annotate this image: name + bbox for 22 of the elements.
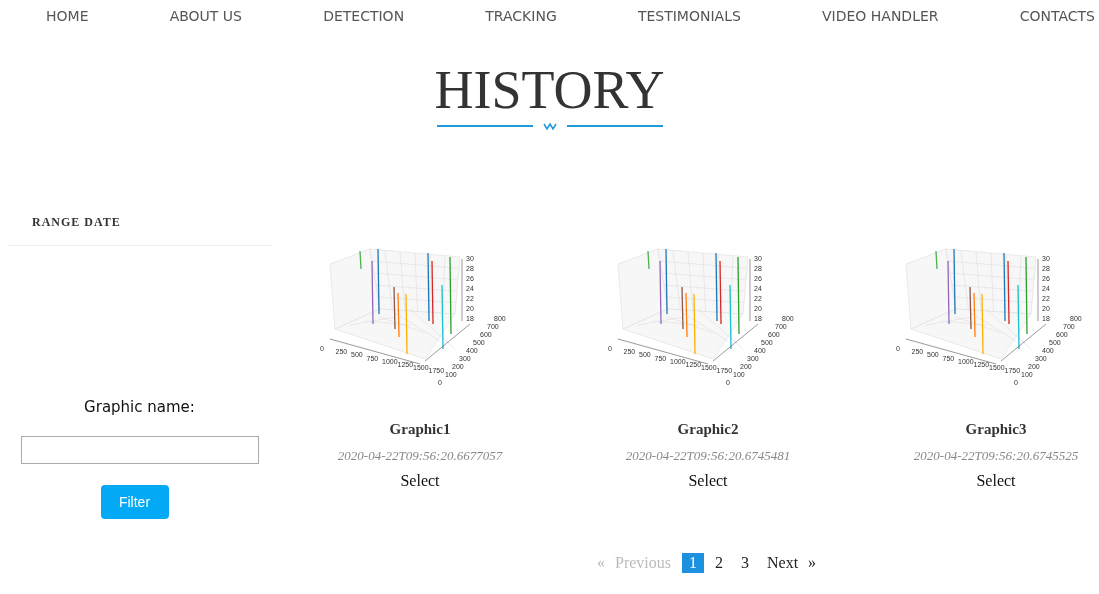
page-link[interactable]: 2: [708, 553, 730, 573]
field-label: Graphic name:: [84, 398, 195, 416]
next-link[interactable]: Next »: [760, 553, 824, 573]
graphic-title: Graphic2: [677, 421, 739, 438]
graphic-title: Graphic1: [389, 421, 451, 438]
nav-link[interactable]: VIDEO HANDLER: [822, 8, 939, 30]
graphic-title: Graphic3: [965, 421, 1027, 438]
nav-link[interactable]: TRACKING: [485, 8, 557, 30]
nav-link[interactable]: DETECTION: [323, 8, 405, 30]
nav-link[interactable]: HOME: [46, 8, 89, 30]
nav-link[interactable]: ABOUT US: [169, 8, 242, 30]
nav-link[interactable]: TESTIMONIALS: [637, 8, 741, 30]
graphic-date: 2020-04-22T09:56:20.6677057: [337, 448, 503, 464]
select-link[interactable]: Select: [976, 472, 1016, 490]
graphic-date: 2020-04-22T09:56:20.6745525: [913, 448, 1079, 464]
graphic-date: 2020-04-22T09:56:20.6745481: [625, 448, 791, 464]
page-link[interactable]: 3: [734, 553, 756, 573]
select-link[interactable]: Select: [400, 472, 440, 490]
sidebar-heading: RANGE DATE: [32, 215, 122, 231]
select-link[interactable]: Select: [688, 472, 728, 490]
page-title: HISTORY: [434, 62, 665, 118]
nav-link[interactable]: CONTACTS: [1019, 8, 1095, 30]
